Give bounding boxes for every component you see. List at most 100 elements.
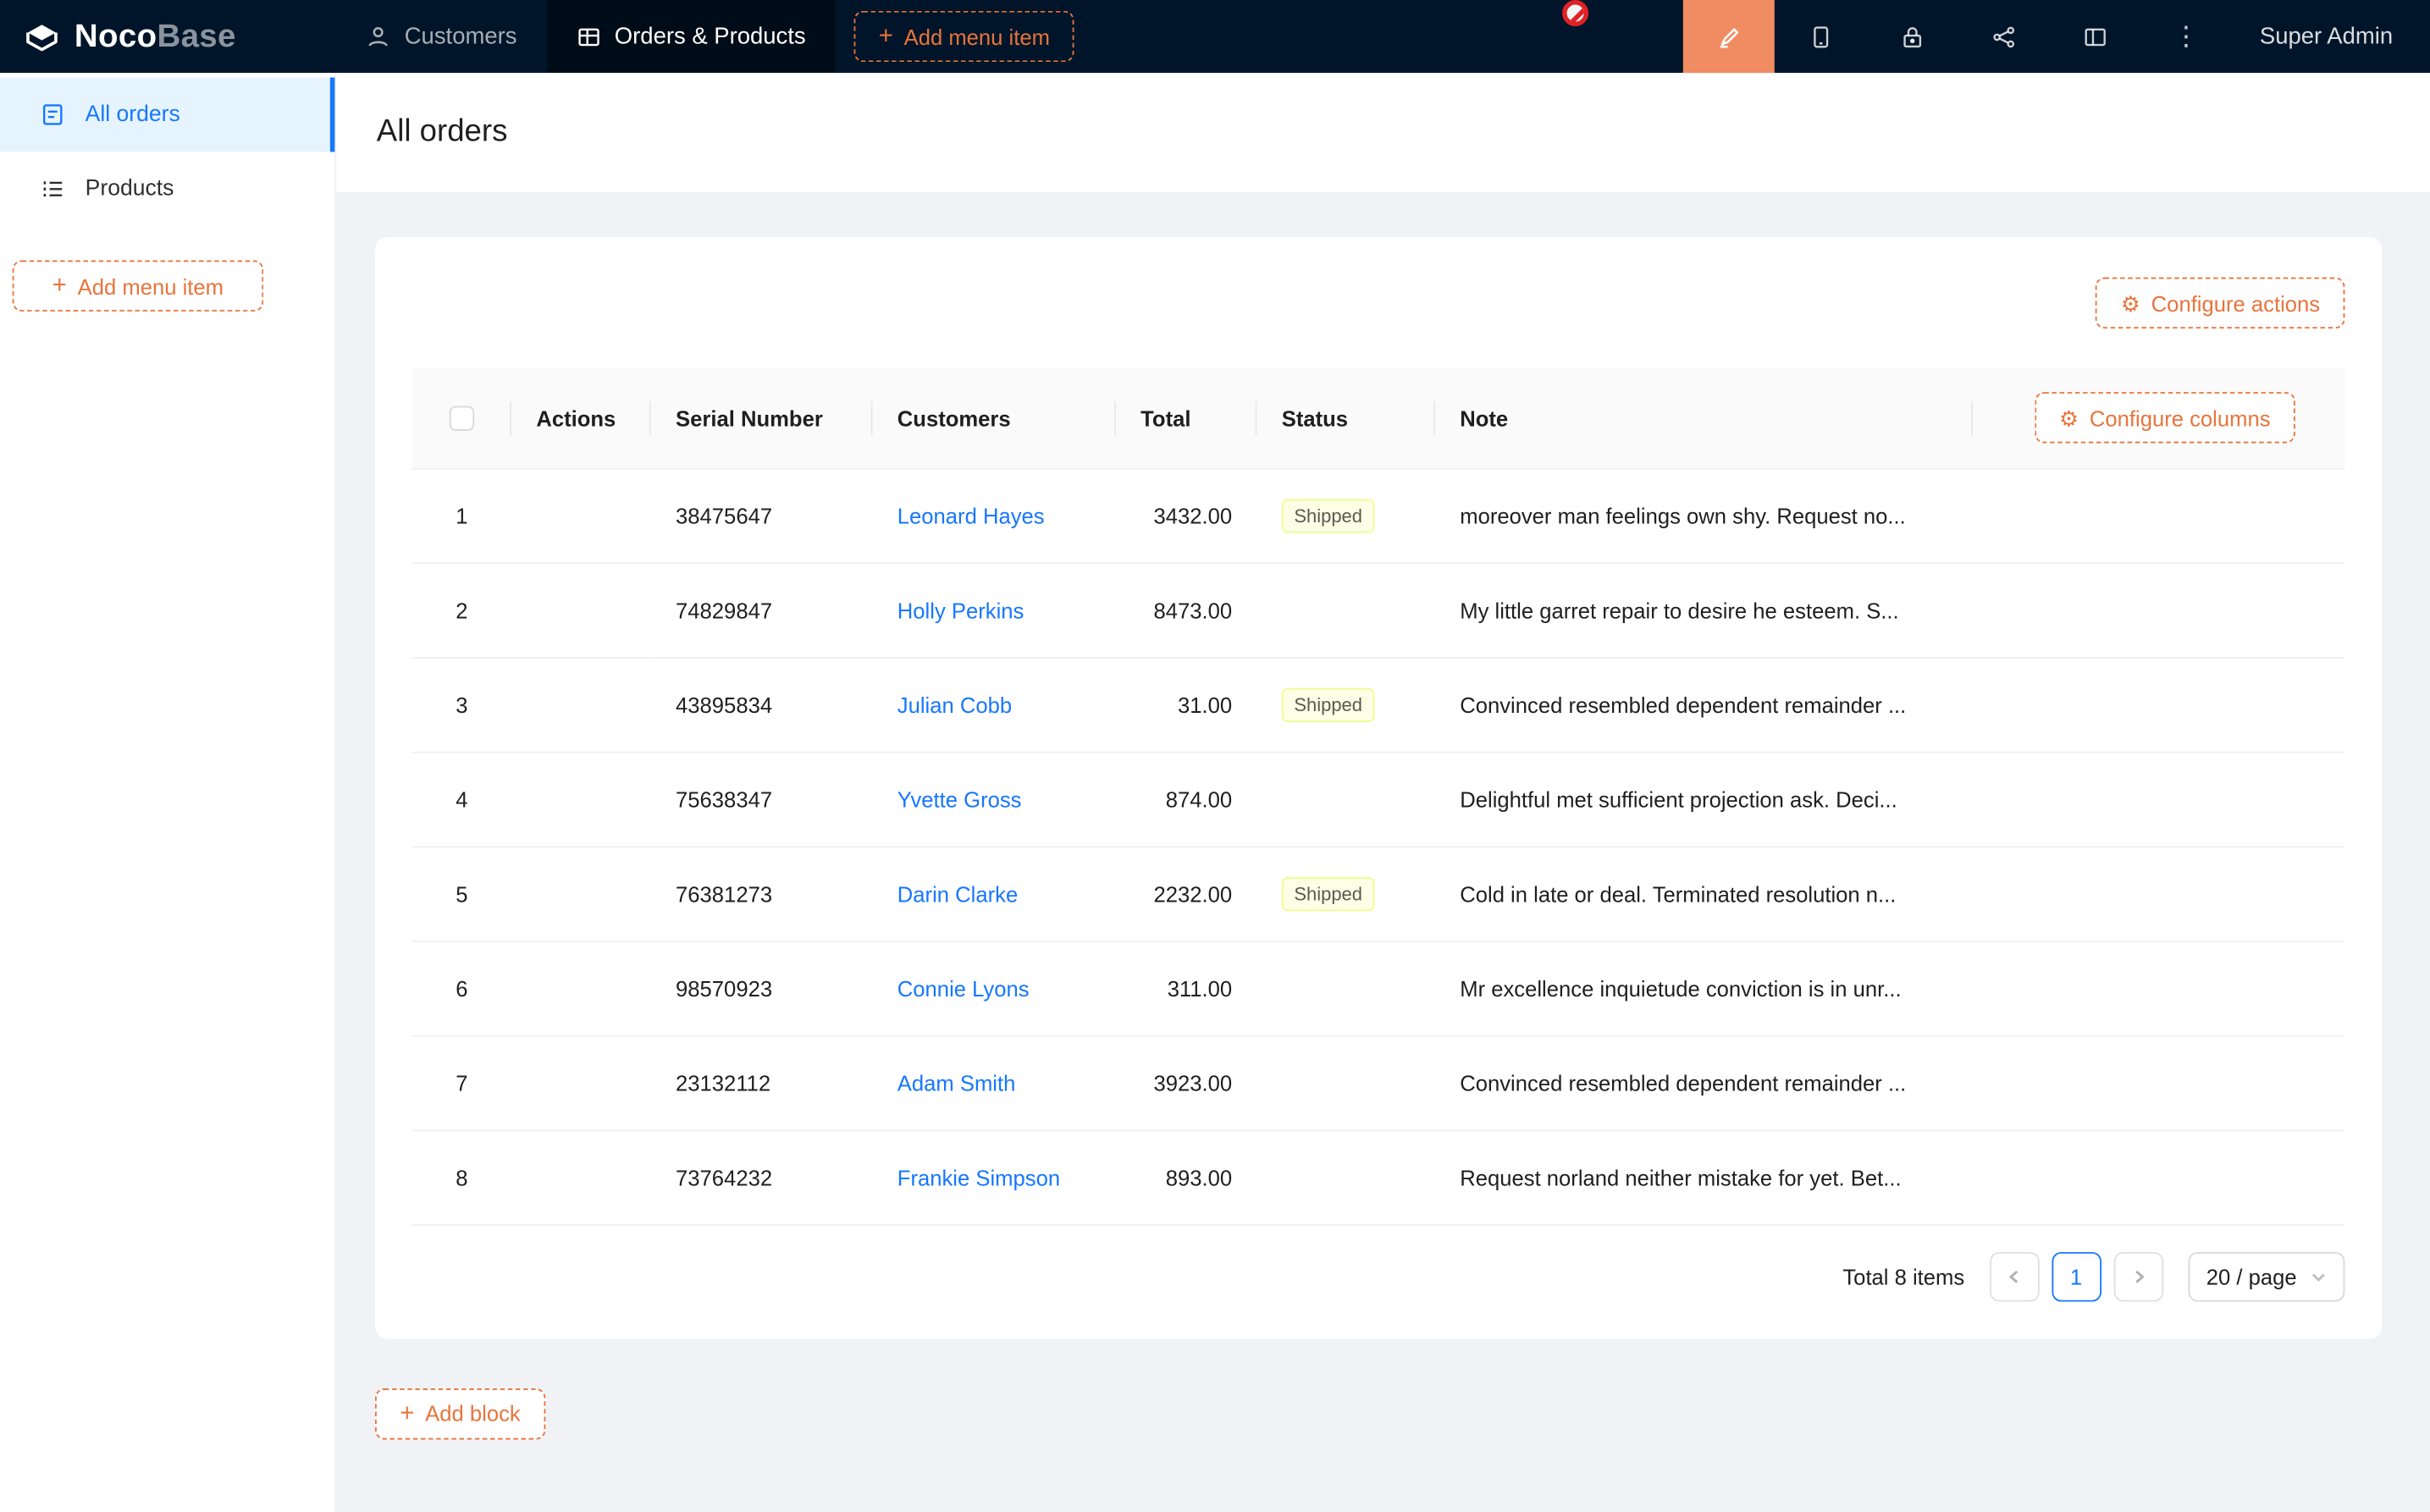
table-toolbar: Configure actions [412,278,2345,328]
layout-button[interactable] [2049,0,2140,73]
orders-table-body: 1 38475647 Leonard Hayes 3432.00 Shipped… [412,468,2345,1224]
status-cell [1256,1129,1434,1224]
total-cell: 31.00 [1116,657,1257,752]
plus-icon [400,1400,414,1426]
status-badge: Shipped [1282,498,1375,532]
customer-link[interactable]: Leonard Hayes [897,503,1045,527]
more-icon [2173,21,2199,52]
content: Configure actions Actions Seria [336,192,2430,1512]
topbar-add-menu-item-button[interactable]: Add menu item [853,11,1074,62]
user-menu[interactable]: Super Admin [2232,0,2430,73]
lock-icon [1899,24,1924,48]
nocobase-logo-icon [22,16,63,57]
pagination-next-button[interactable] [2113,1251,2163,1301]
status-badge: Shipped [1282,687,1375,721]
list-icon [41,177,65,201]
configure-columns-button[interactable]: Configure columns [2035,393,2295,444]
top-nav-item-orders-products[interactable]: Orders & Products [546,0,835,73]
row-index-cell: 3 [412,657,511,752]
note-cell: Convinced resembled dependent remainder … [1435,1035,1973,1130]
auth-button[interactable] [1866,0,1958,73]
user-icon [366,24,390,48]
row-index-cell: 1 [412,468,511,563]
page-title: All orders [377,114,508,150]
table-row[interactable]: 7 23132112 Adam Smith 3923.00 Convinced … [412,1035,2345,1130]
serial-number-cell: 73764232 [651,1129,873,1224]
sidebar-item-label: Products [86,177,174,201]
row-index-cell: 8 [412,1129,511,1224]
top-nav-item-customers[interactable]: Customers [336,0,546,73]
orders-table-block: Configure actions Actions Seria [375,237,2382,1338]
customer-link[interactable]: Frankie Simpson [897,1165,1060,1189]
customer-link[interactable]: Yvette Gross [897,786,1022,811]
note-cell: moreover man feelings own shy. Request n… [1435,468,1973,563]
customer-cell: Leonard Hayes [873,468,1116,563]
configure-actions-button[interactable]: Configure actions [2096,278,2345,328]
row-actions-cell [511,1035,651,1130]
customer-link[interactable]: Darin Clarke [897,881,1018,906]
column-header-customers: Customers [873,369,1116,468]
row-config-cell [1973,752,2344,847]
customer-link[interactable]: Julian Cobb [897,692,1012,716]
status-cell [1256,562,1434,657]
more-button[interactable] [2140,0,2232,73]
top-nav-label: Customers [405,23,517,49]
sidebar: All orders Products Add menu item [0,73,336,1512]
sidebar-item-label: All orders [86,102,180,127]
row-index-cell: 5 [412,846,511,941]
row-actions-cell [511,1129,651,1224]
table-row[interactable]: 1 38475647 Leonard Hayes 3432.00 Shipped… [412,468,2345,563]
row-index-cell: 7 [412,1035,511,1130]
table-row[interactable]: 3 43895834 Julian Cobb 31.00 Shipped Con… [412,657,2345,752]
table-row[interactable]: 2 74829847 Holly Perkins 8473.00 My litt… [412,562,2345,657]
total-cell: 8473.00 [1116,562,1257,657]
sidebar-add-menu-item-button[interactable]: Add menu item [13,261,264,312]
column-header-serial-number: Serial Number [651,369,873,468]
page-size-select[interactable]: 20 / page [2188,1251,2345,1301]
row-actions-cell [511,562,651,657]
select-all-checkbox[interactable] [450,406,474,431]
customer-link[interactable]: Connie Lyons [897,975,1030,1000]
customer-link[interactable]: Holly Perkins [897,598,1024,622]
topbar-tools: Super Admin [1683,0,2430,73]
chevron-down-icon [2311,1268,2326,1283]
user-name: Super Admin [2260,23,2393,49]
pagination-prev-button[interactable] [1990,1251,2040,1301]
topbar: NocoBase Customers Orders & Products [0,0,2430,73]
column-header-note: Note [1435,369,1973,468]
mobile-button[interactable] [1775,0,1866,73]
table-header-row: Actions Serial Number Customers Total St… [412,369,2345,468]
status-cell: Shipped [1256,468,1434,563]
add-block-button[interactable]: Add block [375,1388,545,1438]
pagination: Total 8 items 1 20 / page [412,1251,2345,1301]
row-config-cell [1973,846,2344,941]
status-cell [1256,1035,1434,1130]
total-cell: 3923.00 [1116,1035,1257,1130]
nocobase-logo[interactable]: NocoBase [0,0,336,73]
table-row[interactable]: 4 75638347 Yvette Gross 874.00 Delightfu… [412,752,2345,847]
note-cell: My little garret repair to desire he est… [1435,562,1973,657]
ui-editor-button[interactable] [1683,0,1775,73]
sidebar-item-all-orders[interactable]: All orders [0,78,334,152]
status-badge: Shipped [1282,876,1375,910]
pagination-page-1[interactable]: 1 [2052,1251,2101,1301]
note-cell: Convinced resembled dependent remainder … [1435,657,1973,752]
customer-link[interactable]: Adam Smith [897,1070,1016,1095]
sidebar-item-products[interactable]: Products [0,152,334,226]
table-row[interactable]: 8 73764232 Frankie Simpson 893.00 Reques… [412,1129,2345,1224]
row-actions-cell [511,657,651,752]
status-cell: Shipped [1256,846,1434,941]
table-row[interactable]: 5 76381273 Darin Clarke 2232.00 Shipped … [412,846,2345,941]
total-cell: 311.00 [1116,941,1257,1035]
row-actions-cell [511,752,651,847]
gear-icon [2059,406,2079,430]
pagination-total: Total 8 items [1842,1264,1964,1289]
api-button[interactable] [1958,0,2049,73]
row-index-cell: 6 [412,941,511,1035]
frame: All orders Products Add menu item All or… [0,73,2430,1512]
serial-number-cell: 23132112 [651,1035,873,1130]
column-header-actions: Actions [511,369,651,468]
serial-number-cell: 74829847 [651,562,873,657]
customer-cell: Yvette Gross [873,752,1116,847]
table-row[interactable]: 6 98570923 Connie Lyons 311.00 Mr excell… [412,941,2345,1035]
